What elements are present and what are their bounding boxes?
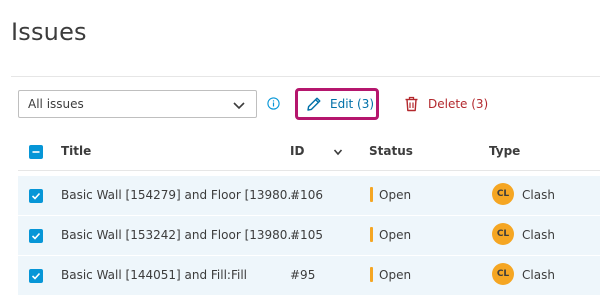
pencil-icon [307, 97, 321, 111]
filter-value: All issues [28, 97, 84, 111]
column-header-title[interactable]: Title [61, 144, 91, 158]
status-indicator [370, 267, 373, 282]
column-header-status[interactable]: Status [369, 144, 413, 158]
type-badge: CL [492, 183, 514, 205]
type-badge: CL [492, 263, 514, 285]
table-row[interactable]: Basic Wall [144051] and Fill:Fill #95 Op… [18, 256, 600, 296]
issues-filter-select[interactable]: All issues [18, 90, 257, 118]
issue-status: Open [379, 228, 412, 242]
issue-type: Clash [522, 268, 555, 282]
table-row[interactable]: Basic Wall [153242] and Floor [13980… #1… [18, 216, 600, 256]
issue-type: Clash [522, 228, 555, 242]
table-header: Title ID Status Type [18, 133, 600, 171]
row-checkbox[interactable] [29, 189, 43, 203]
delete-button[interactable]: Delete (3) [404, 94, 488, 114]
checkmark-icon [31, 272, 41, 280]
issue-id: #105 [290, 228, 323, 242]
issue-status: Open [379, 188, 412, 202]
header-divider [11, 76, 600, 77]
edit-button[interactable]: Edit (3) [295, 88, 379, 120]
status-indicator [370, 187, 373, 202]
issue-id: #106 [290, 188, 323, 202]
checkmark-icon [31, 192, 41, 200]
page-title: Issues [11, 18, 87, 46]
issue-title[interactable]: Basic Wall [144051] and Fill:Fill [61, 268, 247, 282]
issue-type: Clash [522, 188, 555, 202]
issue-status: Open [379, 268, 412, 282]
row-checkbox[interactable] [29, 229, 43, 243]
status-indicator [370, 227, 373, 242]
delete-button-label: Delete (3) [428, 97, 489, 111]
column-header-type[interactable]: Type [489, 144, 520, 158]
row-checkbox[interactable] [29, 269, 43, 283]
indeterminate-checkbox-icon [32, 151, 40, 153]
chevron-down-icon [233, 102, 245, 110]
issues-table: Title ID Status Type Basic Wall [154279]… [18, 133, 600, 296]
toolbar: All issues Edit (3) Delete (3) [0, 83, 600, 125]
trash-icon [405, 96, 418, 112]
table-row[interactable]: Basic Wall [154279] and Floor [13980… #1… [18, 176, 600, 216]
column-header-id[interactable]: ID [290, 144, 304, 158]
issue-id: #95 [290, 268, 316, 282]
issue-title[interactable]: Basic Wall [154279] and Floor [13980… [61, 188, 299, 202]
edit-button-label: Edit (3) [330, 97, 375, 111]
checkmark-icon [31, 232, 41, 240]
chevron-down-icon[interactable] [333, 147, 343, 157]
select-all-checkbox[interactable] [29, 145, 43, 159]
type-badge: CL [492, 223, 514, 245]
info-icon[interactable] [267, 97, 280, 110]
issue-title[interactable]: Basic Wall [153242] and Floor [13980… [61, 228, 299, 242]
